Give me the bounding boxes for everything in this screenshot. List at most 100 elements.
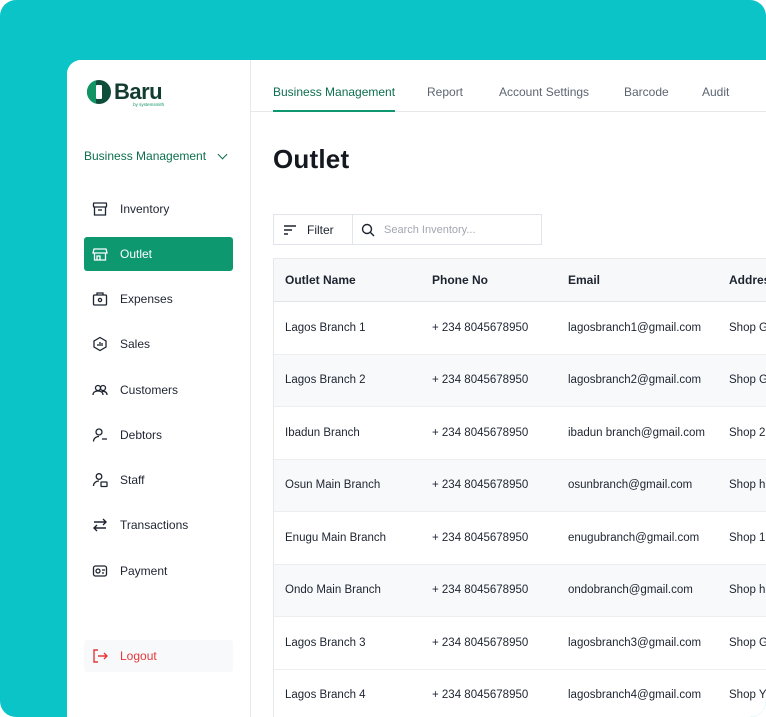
filter-icon (283, 224, 297, 236)
email-cell: ondobranch@gmail.com (568, 584, 693, 597)
outlet-name-cell: Ondo Main Branch (285, 584, 381, 597)
table-row[interactable]: Osun Main Branch + 234 8045678950 osunbr… (274, 459, 766, 512)
table-row[interactable]: Lagos Branch 2 + 234 8045678950 lagosbra… (274, 354, 766, 407)
wallet-icon (92, 291, 108, 307)
sidebar-item-label: Expenses (120, 292, 173, 306)
table-header: Outlet Name Phone No Email Address (274, 258, 766, 302)
column-header[interactable]: Email (568, 273, 600, 287)
sidebar-item-label: Inventory (120, 202, 170, 216)
address-cell: Shop h (729, 584, 766, 597)
tab-business-management[interactable]: Business Management (273, 85, 395, 99)
users-icon (92, 382, 108, 398)
table-row[interactable]: Lagos Branch 4 + 234 8045678950 lagosbra… (274, 670, 766, 717)
phone-cell: + 234 8045678950 (432, 321, 529, 334)
sidebar-item-label: Staff (120, 473, 145, 487)
table-row[interactable]: Ibadun Branch + 234 8045678950 ibadun br… (274, 407, 766, 460)
staff-icon (92, 472, 108, 488)
brand-name: Baru (114, 79, 163, 104)
search-icon (361, 223, 375, 237)
app-frame: Baru by systemsmith Business Management … (0, 0, 766, 717)
phone-cell: + 234 8045678950 (432, 426, 529, 439)
brand-tagline: by systemsmith (133, 102, 165, 107)
email-cell: lagosbranch2@gmail.com (568, 374, 702, 387)
address-cell: Shop Y (729, 689, 766, 702)
sidebar-item-expenses[interactable]: Expenses (84, 282, 233, 316)
tab-report[interactable]: Report (427, 85, 463, 99)
table-row[interactable]: Enugu Main Branch + 234 8045678950 enugu… (274, 512, 766, 565)
payment-icon (92, 563, 108, 579)
phone-cell: + 234 8045678950 (432, 636, 529, 649)
chevron-down-icon (217, 149, 228, 159)
outlet-name-cell: Lagos Branch 1 (285, 321, 366, 334)
outlet-name-cell: Lagos Branch 3 (285, 636, 366, 649)
tab-account-settings[interactable]: Account Settings (499, 85, 589, 99)
sidebar-item-label: Payment (120, 564, 168, 578)
outlet-name-cell: Osun Main Branch (285, 479, 381, 492)
logout-icon (92, 648, 108, 664)
address-cell: Shop G (729, 636, 766, 649)
active-tab-indicator (273, 110, 395, 112)
sidebar-item-customers[interactable]: Customers (84, 373, 233, 407)
user-minus-icon (92, 427, 108, 443)
store-icon (92, 246, 108, 262)
email-cell: osunbranch@gmail.com (568, 479, 693, 492)
logout-label: Logout (120, 649, 157, 663)
business-select[interactable]: Business Management (84, 149, 232, 163)
address-cell: Shop G (729, 374, 766, 387)
outlet-name-cell: Lagos Branch 4 (285, 689, 366, 702)
sidebar-item-debtors[interactable]: Debtors (84, 418, 233, 452)
sidebar-item-outlet[interactable]: Outlet (84, 237, 233, 271)
sidebar-item-sales[interactable]: Sales (84, 327, 233, 361)
search-input[interactable] (384, 223, 534, 236)
outlet-table: Outlet Name Phone No Email Address Lagos… (273, 258, 766, 717)
sidebar-item-label: Sales (120, 337, 151, 351)
top-tabs: Business Management Report Account Setti… (251, 60, 766, 112)
sidebar-item-label: Customers (120, 383, 179, 397)
tab-audit[interactable]: Audit (702, 85, 729, 99)
outlet-name-cell: Ibadun Branch (285, 426, 360, 439)
address-cell: Shop 10 (729, 531, 766, 544)
sales-icon (92, 336, 108, 352)
app-window: Baru by systemsmith Business Management … (67, 60, 766, 717)
email-cell: lagosbranch4@gmail.com (568, 689, 702, 702)
tab-barcode[interactable]: Barcode (624, 85, 669, 99)
sidebar-item-label: Outlet (120, 247, 153, 261)
column-header[interactable]: Address (729, 273, 766, 287)
sidebar-item-staff[interactable]: Staff (84, 463, 233, 497)
sidebar-item-payment[interactable]: Payment (84, 554, 233, 588)
brand-logo[interactable]: Baru by systemsmith (87, 79, 165, 107)
page-title: Outlet (273, 144, 350, 174)
email-cell: enugubranch@gmail.com (568, 531, 700, 544)
table-row[interactable]: Lagos Branch 3 + 234 8045678950 lagosbra… (274, 617, 766, 670)
outlet-name-cell: Enugu Main Branch (285, 531, 387, 544)
box-icon (92, 201, 108, 217)
table-toolbar: Filter (273, 214, 542, 246)
address-cell: Shop h (729, 479, 766, 492)
search-box[interactable] (352, 214, 542, 245)
phone-cell: + 234 8045678950 (432, 689, 529, 702)
phone-cell: + 234 8045678950 (432, 479, 529, 492)
table-row[interactable]: Lagos Branch 1 + 234 8045678950 lagosbra… (274, 302, 766, 355)
sidebar-item-transactions[interactable]: Transactions (84, 508, 233, 542)
phone-cell: + 234 8045678950 (432, 584, 529, 597)
email-cell: lagosbranch3@gmail.com (568, 636, 702, 649)
sidebar-item-label: Debtors (120, 428, 163, 442)
phone-cell: + 234 8045678950 (432, 374, 529, 387)
logout-button[interactable]: Logout (84, 640, 233, 672)
email-cell: ibadun branch@gmail.com (568, 426, 705, 439)
transfer-icon (92, 517, 108, 533)
outlet-name-cell: Lagos Branch 2 (285, 374, 366, 387)
sidebar-item-inventory[interactable]: Inventory (84, 192, 233, 226)
column-header[interactable]: Phone No (432, 273, 488, 287)
sidebar-item-label: Transactions (120, 518, 189, 532)
table-row[interactable]: Ondo Main Branch + 234 8045678950 ondobr… (274, 564, 766, 617)
address-cell: Shop 2. (729, 426, 766, 439)
email-cell: lagosbranch1@gmail.com (568, 321, 702, 334)
filter-label: Filter (307, 222, 334, 237)
phone-cell: + 234 8045678950 (432, 531, 529, 544)
filter-button[interactable]: Filter (273, 214, 352, 245)
sidebar: Baru by systemsmith Business Management … (67, 60, 251, 717)
column-header[interactable]: Outlet Name (285, 273, 356, 287)
address-cell: Shop G (729, 321, 766, 334)
business-select-label: Business Management (84, 149, 207, 163)
